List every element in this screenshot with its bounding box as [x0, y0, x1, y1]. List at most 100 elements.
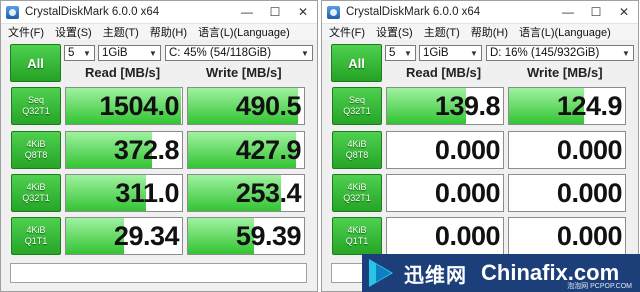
menu-theme[interactable]: 主题(T): [424, 24, 460, 40]
read-column-header: Read [MB/s]: [406, 65, 482, 80]
write-value: 59.39: [235, 220, 302, 251]
read-value: 139.8: [434, 90, 501, 121]
chevron-down-icon: ▼: [83, 48, 91, 58]
test-button-line2: Q8T8: [345, 150, 369, 160]
watermark-logo-icon: [366, 255, 402, 291]
window-controls: — ☐ ✕: [233, 1, 317, 23]
test-button-line2: Q32T1: [343, 106, 371, 116]
test-button-4kib-q1t1[interactable]: 4KiB Q1T1: [11, 217, 61, 255]
test-button-line1: Seq: [348, 95, 365, 105]
write-result: 490.5: [187, 87, 305, 125]
menu-file[interactable]: 文件(F): [329, 24, 365, 40]
read-value: 0.000: [434, 220, 501, 251]
read-result: 29.34: [65, 217, 183, 255]
drive-select[interactable]: D: 16% (145/932GiB) ▼: [486, 45, 634, 61]
test-button-line1: 4KiB: [26, 182, 46, 192]
test-button-4kib-q8t8[interactable]: 4KiB Q8T8: [332, 131, 382, 169]
app-icon: [327, 5, 340, 19]
read-result: 0.000: [386, 217, 504, 255]
test-count-select[interactable]: 5 ▼: [385, 45, 416, 61]
test-count-value: 5: [68, 47, 75, 59]
read-value: 1504.0: [99, 90, 179, 121]
menu-help[interactable]: 帮助(H): [150, 24, 187, 40]
write-result: 0.000: [508, 131, 626, 169]
watermark-banner: 迅维网 Chinafix.com 泡泡网 PCPOP.COM: [362, 254, 640, 292]
comment-field[interactable]: [10, 263, 307, 283]
minimize-icon[interactable]: —: [554, 1, 582, 23]
menu-help[interactable]: 帮助(H): [471, 24, 508, 40]
maximize-icon[interactable]: ☐: [582, 1, 610, 23]
close-icon[interactable]: ✕: [289, 1, 317, 23]
menu-language[interactable]: 语言(L)(Language): [198, 24, 290, 40]
test-size-select[interactable]: 1GiB ▼: [98, 45, 161, 61]
test-button-4kib-q8t8[interactable]: 4KiB Q8T8: [11, 131, 61, 169]
read-result: 311.0: [65, 174, 183, 212]
test-button-seq-q32t1[interactable]: Seq Q32T1: [332, 87, 382, 125]
watermark-site-text: 泡泡网 PCPOP.COM: [567, 283, 632, 290]
close-icon[interactable]: ✕: [610, 1, 638, 23]
write-value: 427.9: [235, 134, 302, 165]
test-size-value: 1GiB: [423, 47, 449, 59]
write-value: 124.9: [556, 90, 623, 121]
drive-value: D: 16% (145/932GiB): [490, 47, 600, 59]
watermark-cn-text: 迅维网: [404, 264, 467, 287]
read-value: 0.000: [434, 177, 501, 208]
test-button-line2: Q1T1: [345, 236, 369, 246]
test-button-4kib-q32t1[interactable]: 4KiB Q32T1: [11, 174, 61, 212]
chevron-down-icon: ▼: [149, 48, 157, 58]
write-result: 427.9: [187, 131, 305, 169]
write-result: 253.4: [187, 174, 305, 212]
read-value: 311.0: [115, 177, 179, 208]
chevron-down-icon: ▼: [470, 48, 478, 58]
all-button[interactable]: All: [331, 44, 382, 82]
test-count-value: 5: [389, 47, 396, 59]
read-value: 29.34: [113, 220, 180, 251]
test-button-line2: Q8T8: [24, 150, 48, 160]
title-bar[interactable]: CrystalDiskMark 6.0.0 x64 — ☐ ✕: [1, 1, 317, 24]
test-button-line1: Seq: [27, 95, 44, 105]
menu-language[interactable]: 语言(L)(Language): [519, 24, 611, 40]
test-button-seq-q32t1[interactable]: Seq Q32T1: [11, 87, 61, 125]
window-title: CrystalDiskMark 6.0.0 x64: [346, 6, 481, 18]
write-value: 253.4: [235, 177, 302, 208]
write-result: 124.9: [508, 87, 626, 125]
menu-settings[interactable]: 设置(S): [55, 24, 92, 40]
test-button-4kib-q32t1[interactable]: 4KiB Q32T1: [332, 174, 382, 212]
drive-value: C: 45% (54/118GiB): [169, 47, 272, 59]
test-count-select[interactable]: 5 ▼: [64, 45, 95, 61]
window-controls: — ☐ ✕: [554, 1, 638, 23]
menu-settings[interactable]: 设置(S): [376, 24, 413, 40]
drive-select[interactable]: C: 45% (54/118GiB) ▼: [165, 45, 313, 61]
menu-file[interactable]: 文件(F): [8, 24, 44, 40]
write-result: 0.000: [508, 217, 626, 255]
write-column-header: Write [MB/s]: [206, 65, 282, 80]
test-size-select[interactable]: 1GiB ▼: [419, 45, 482, 61]
title-bar[interactable]: CrystalDiskMark 6.0.0 x64 — ☐ ✕: [322, 1, 638, 24]
chevron-down-icon: ▼: [404, 48, 412, 58]
write-value: 0.000: [556, 134, 623, 165]
chevron-down-icon: ▼: [622, 48, 630, 58]
test-size-value: 1GiB: [102, 47, 128, 59]
test-button-line1: 4KiB: [347, 182, 367, 192]
menu-bar: 文件(F) 设置(S) 主题(T) 帮助(H) 语言(L)(Language): [322, 24, 638, 40]
minimize-icon[interactable]: —: [233, 1, 261, 23]
write-value: 490.5: [235, 90, 302, 121]
read-column-header: Read [MB/s]: [85, 65, 161, 80]
test-button-line2: Q32T1: [22, 193, 50, 203]
test-button-line1: 4KiB: [347, 139, 367, 149]
menu-bar: 文件(F) 设置(S) 主题(T) 帮助(H) 语言(L)(Language): [1, 24, 317, 40]
benchmark-window-d: CrystalDiskMark 6.0.0 x64 — ☐ ✕ 文件(F) 设置…: [321, 0, 639, 292]
test-button-line1: 4KiB: [26, 225, 46, 235]
maximize-icon[interactable]: ☐: [261, 1, 289, 23]
chevron-down-icon: ▼: [301, 48, 309, 58]
read-result: 372.8: [65, 131, 183, 169]
window-title: CrystalDiskMark 6.0.0 x64: [25, 6, 160, 18]
write-result: 0.000: [508, 174, 626, 212]
read-value: 372.8: [113, 134, 180, 165]
menu-theme[interactable]: 主题(T): [103, 24, 139, 40]
test-button-4kib-q1t1[interactable]: 4KiB Q1T1: [332, 217, 382, 255]
test-button-line2: Q32T1: [22, 106, 50, 116]
write-result: 59.39: [187, 217, 305, 255]
test-button-line2: Q1T1: [24, 236, 48, 246]
all-button[interactable]: All: [10, 44, 61, 82]
